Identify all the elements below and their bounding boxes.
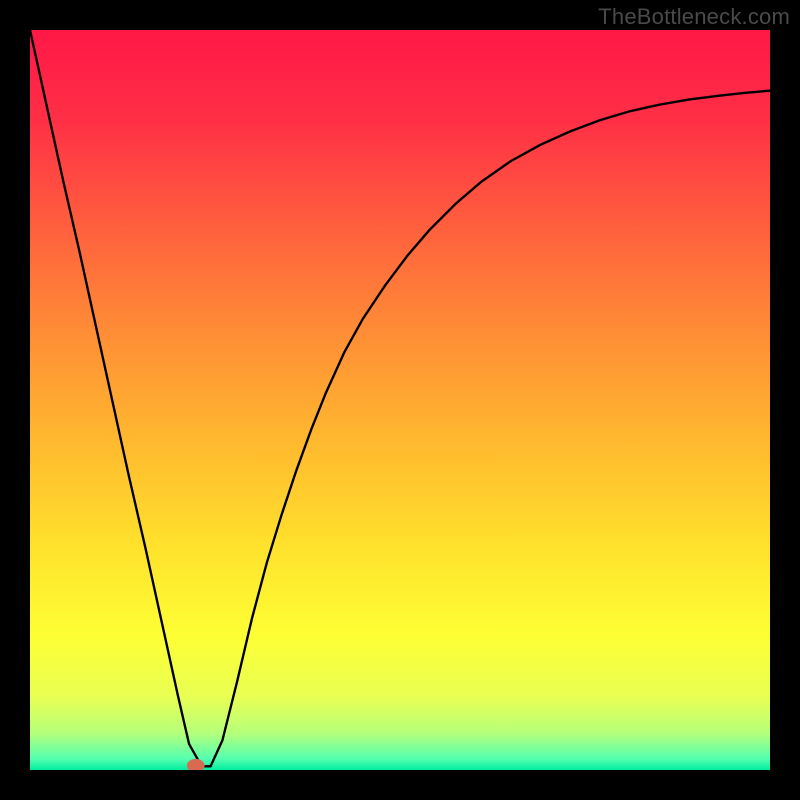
watermark-text: TheBottleneck.com [598, 4, 790, 30]
plot-area [30, 30, 770, 770]
chart-svg [30, 30, 770, 770]
chart-frame: TheBottleneck.com [0, 0, 800, 800]
gradient-background [30, 30, 770, 770]
